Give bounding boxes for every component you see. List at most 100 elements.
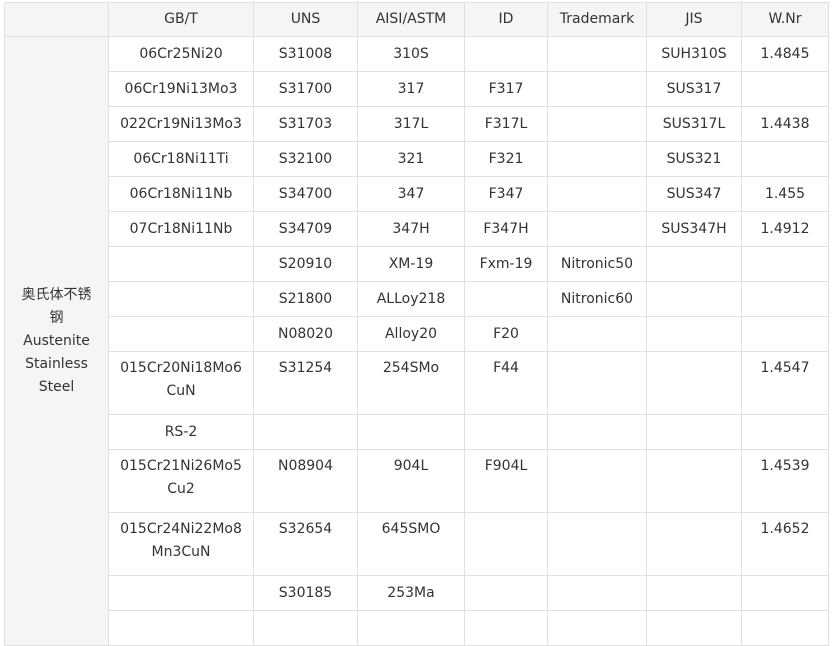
cell-wnr [741, 610, 829, 646]
cell-jis: SUS317L [646, 106, 742, 142]
cell-jis [646, 575, 742, 611]
table-row: 奥氏体不锈 钢 Austenite Stainless Steel 06Cr25… [4, 36, 829, 646]
table-row: S20910 XM-19 Fxm-19 Nitronic50 [5, 246, 829, 282]
cell-trademark [547, 316, 647, 352]
header-wnr: W.Nr [741, 2, 829, 37]
cell-gbt: 022Cr19Ni13Mo3 [108, 106, 254, 142]
cell-uns: S20910 [253, 246, 358, 282]
cell-uns: S32654 [253, 512, 358, 576]
cell-gbt [108, 610, 254, 646]
cell-trademark [547, 71, 647, 107]
cell-id: F44 [464, 351, 548, 415]
header-row: GB/T UNS AISI/ASTM ID Trademark JIS W.Nr [4, 2, 829, 37]
cell-uns: S34709 [253, 211, 358, 247]
cell-trademark [547, 176, 647, 212]
cell-id: F347H [464, 211, 548, 247]
table-row: N08020 Alloy20 F20 [5, 316, 829, 352]
header-aisi-astm: AISI/ASTM [357, 2, 465, 37]
group-label-en-3: Steel [38, 378, 75, 395]
cell-aisi: 317 [357, 71, 465, 107]
group-label-cell: 奥氏体不锈 钢 Austenite Stainless Steel [4, 36, 109, 646]
cell-gbt-line-1: 015Cr24Ni22Mo8 [120, 521, 242, 537]
cell-gbt: 015Cr21Ni26Mo5 Cu2 [108, 449, 254, 513]
cell-aisi: 347H [357, 211, 465, 247]
cell-gbt: 015Cr20Ni18Mo6 CuN [108, 351, 254, 415]
table-row: 07Cr18Ni11Nb S34709 347H F347H SUS347H 1… [5, 211, 829, 247]
steel-grades-table: GB/T UNS AISI/ASTM ID Trademark JIS W.Nr… [4, 2, 829, 646]
table-row: 06Cr18Ni11Ti S32100 321 F321 SUS321 [5, 141, 829, 177]
cell-wnr: 1.4845 [741, 36, 829, 72]
cell-aisi: 347 [357, 176, 465, 212]
group-label-cn-1: 奥氏体不锈 [21, 286, 92, 303]
cell-trademark [547, 106, 647, 142]
cell-wnr: 1.4438 [741, 106, 829, 142]
cell-wnr [741, 281, 829, 317]
cell-wnr [741, 316, 829, 352]
cell-aisi: 253Ma [357, 575, 465, 611]
cell-jis: SUH310S [646, 36, 742, 72]
cell-jis [646, 414, 742, 450]
cell-id [464, 575, 548, 611]
cell-id: F321 [464, 141, 548, 177]
cell-trademark [547, 610, 647, 646]
cell-wnr [741, 71, 829, 107]
cell-uns: S31700 [253, 71, 358, 107]
cell-aisi: 310S [357, 36, 465, 72]
cell-aisi: XM-19 [357, 246, 465, 282]
cell-wnr [741, 575, 829, 611]
cell-aisi [357, 414, 465, 450]
cell-id: F347 [464, 176, 548, 212]
cell-gbt: 07Cr18Ni11Nb [108, 211, 254, 247]
cell-id: F317 [464, 71, 548, 107]
cell-uns: S30185 [253, 575, 358, 611]
cell-uns [253, 414, 358, 450]
header-corner [4, 2, 109, 37]
cell-wnr: 1.4652 [741, 512, 829, 576]
cell-jis [646, 281, 742, 317]
cell-uns: S31703 [253, 106, 358, 142]
cell-gbt: RS-2 [108, 414, 254, 450]
cell-jis [646, 610, 742, 646]
table-row: 022Cr19Ni13Mo3 S31703 317L F317L SUS317L… [5, 106, 829, 142]
table-row: RS-2 [5, 414, 829, 450]
cell-gbt [108, 575, 254, 611]
cell-jis [646, 316, 742, 352]
cell-aisi: 321 [357, 141, 465, 177]
cell-jis: SUS347 [646, 176, 742, 212]
table-row: S30185 253Ma [5, 575, 829, 611]
cell-gbt: 06Cr19Ni13Mo3 [108, 71, 254, 107]
cell-gbt: 06Cr18Ni11Nb [108, 176, 254, 212]
header-jis: JIS [646, 2, 742, 37]
cell-jis [646, 246, 742, 282]
cell-trademark [547, 351, 647, 415]
cell-id: F904L [464, 449, 548, 513]
cell-trademark [547, 449, 647, 513]
cell-aisi: 904L [357, 449, 465, 513]
cell-trademark: Nitronic50 [547, 246, 647, 282]
cell-id: F317L [464, 106, 548, 142]
cell-jis: SUS317 [646, 71, 742, 107]
cell-aisi: 645SMO [357, 512, 465, 576]
table-row: 015Cr24Ni22Mo8 Mn3CuN S32654 645SMO 1.46… [5, 512, 829, 576]
cell-trademark [547, 512, 647, 576]
cell-id [464, 281, 548, 317]
cell-id [464, 414, 548, 450]
cell-id [464, 36, 548, 72]
table-row-partial [5, 610, 829, 646]
cell-uns: N08020 [253, 316, 358, 352]
cell-id: F20 [464, 316, 548, 352]
cell-trademark [547, 141, 647, 177]
cell-uns: S31254 [253, 351, 358, 415]
cell-wnr [741, 246, 829, 282]
cell-aisi: 317L [357, 106, 465, 142]
cell-aisi: ALLoy218 [357, 281, 465, 317]
cell-gbt [108, 246, 254, 282]
cell-gbt [108, 281, 254, 317]
table-row: 015Cr21Ni26Mo5 Cu2 N08904 904L F904L 1.4… [5, 449, 829, 513]
cell-aisi: 254SMo [357, 351, 465, 415]
cell-gbt-line-2: CuN [166, 383, 196, 399]
cell-wnr [741, 414, 829, 450]
header-id: ID [464, 2, 548, 37]
cell-id [464, 512, 548, 576]
cell-wnr: 1.4547 [741, 351, 829, 415]
